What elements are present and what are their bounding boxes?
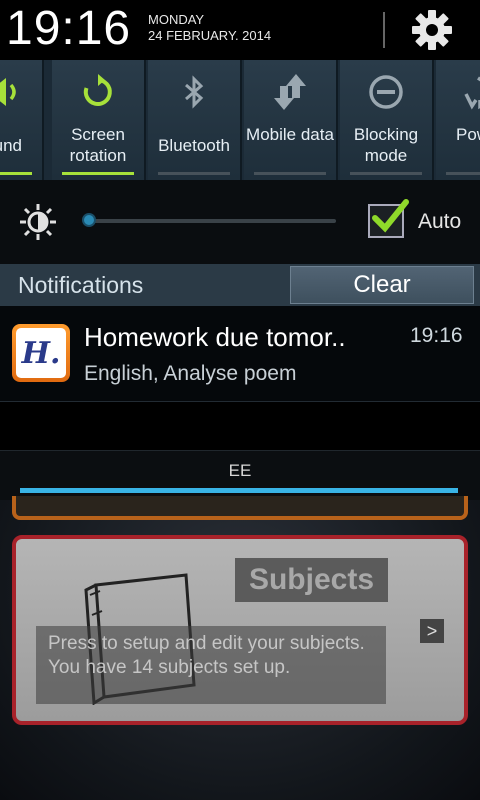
power-saving-icon <box>436 70 480 114</box>
toggle-label: Bluetooth <box>158 136 230 155</box>
brightness-slider-handle[interactable] <box>82 213 96 227</box>
toggle-screen-rotation[interactable]: Screen rotation <box>52 60 146 180</box>
toggle-indicator <box>0 172 32 175</box>
mobile-data-icon <box>244 70 336 114</box>
notification-title: Homework due tomor.. <box>84 322 346 352</box>
clock-time: 19:16 <box>6 2 132 55</box>
brightness-slider-track[interactable] <box>88 219 336 223</box>
auto-brightness-checkbox[interactable] <box>368 199 409 238</box>
subjects-title: Subjects <box>235 558 388 602</box>
chevron-right-icon[interactable]: > <box>420 619 444 643</box>
toggle-label: Blocking mode <box>353 125 419 165</box>
day-label: MONDAY <box>148 12 205 27</box>
toggle-bluetooth[interactable]: Bluetooth <box>148 60 242 180</box>
carrier-name: EE <box>228 461 252 480</box>
brightness-icon <box>18 202 58 242</box>
notifications-header: Notifications Clear <box>0 264 480 306</box>
notification-time: 19:16 <box>410 324 463 347</box>
screen-rotation-icon <box>52 70 144 114</box>
background-card-top <box>12 496 468 520</box>
checkmark-icon <box>372 199 409 233</box>
drawer-handle-line[interactable] <box>20 488 458 493</box>
subjects-card[interactable]: Subjects > Press to setup and edit your … <box>12 535 468 725</box>
toggle-blocking-mode[interactable]: Blocking mode <box>340 60 434 180</box>
notification-spacer <box>0 402 480 450</box>
header-divider <box>383 12 385 48</box>
toggle-indicator <box>62 172 134 175</box>
toggle-power-saving[interactable]: Pow sav <box>436 60 480 180</box>
date-label: 24 FEBRUARY. 2014 <box>148 28 272 43</box>
toggle-label: Pow sav <box>456 125 480 144</box>
toggle-mobile-data[interactable]: Mobile data <box>244 60 338 180</box>
date-block: MONDAY 24 FEBRUARY. 2014 <box>148 12 271 44</box>
toggle-label: und <box>0 136 22 155</box>
toggle-sound[interactable]: und <box>0 60 44 180</box>
notification-text: English, Analyse poem <box>84 362 297 385</box>
notifications-title: Notifications <box>18 272 144 298</box>
carrier-strip: EE <box>0 450 480 500</box>
toggle-indicator <box>158 172 230 175</box>
toggle-indicator <box>446 172 480 175</box>
sound-icon <box>0 70 42 114</box>
subjects-description: Press to setup and edit your subjects. Y… <box>36 626 386 704</box>
blocking-mode-icon <box>340 70 432 114</box>
toggle-label: Screen rotation <box>69 125 127 165</box>
toggle-indicator <box>350 172 422 175</box>
status-header: 19:16 MONDAY 24 FEBRUARY. 2014 <box>0 0 480 60</box>
settings-gear-icon[interactable] <box>410 8 454 52</box>
toggle-indicator <box>254 172 326 175</box>
app-icon-letter: H. <box>16 328 66 378</box>
homework-app-icon: H. <box>12 324 70 382</box>
notification-item[interactable]: H. Homework due tomor.. 19:16 English, A… <box>0 306 480 402</box>
toggle-label: Mobile data <box>246 125 334 144</box>
clear-notifications-button[interactable]: Clear <box>290 266 474 304</box>
bluetooth-icon <box>148 70 240 114</box>
quick-settings-toggles: und Screen rotation Bluetooth Mobile d <box>0 60 480 180</box>
auto-brightness-label: Auto <box>418 210 462 233</box>
